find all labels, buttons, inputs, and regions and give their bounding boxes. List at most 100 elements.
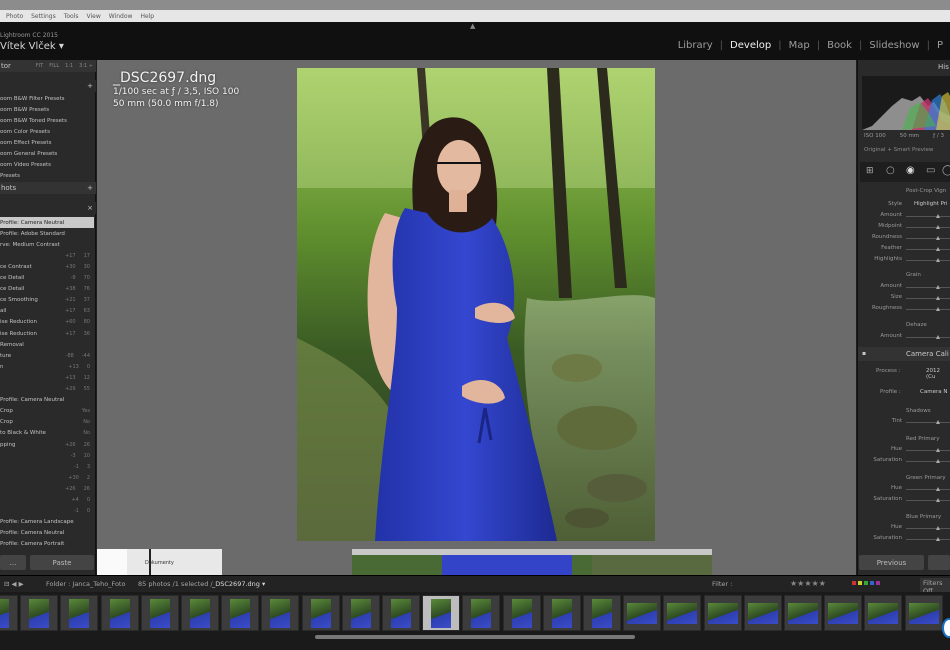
zoom-button-0[interactable]: FIT xyxy=(36,63,43,69)
menu-item-2[interactable]: Tools xyxy=(64,13,79,20)
menu-item-0[interactable]: Photo xyxy=(6,13,23,20)
preset-folder[interactable]: oom Effect Presets xyxy=(0,137,94,148)
slider-track[interactable] xyxy=(906,526,950,530)
history-step[interactable]: Crop No xyxy=(0,417,94,428)
history-step[interactable]: ce Contrast +30 30 xyxy=(0,261,94,272)
filmstrip-thumbnail[interactable] xyxy=(221,595,260,631)
presets-header[interactable]: + xyxy=(0,80,96,92)
spot-removal-icon[interactable]: ○ xyxy=(886,165,895,176)
history-step[interactable]: +26 26 xyxy=(0,483,94,494)
color-label-filter[interactable] xyxy=(852,581,880,585)
add-snapshot-icon[interactable]: + xyxy=(87,184,93,192)
history-step[interactable]: +4 0 xyxy=(0,495,94,506)
filmstrip-thumbnail[interactable] xyxy=(422,595,461,631)
filmstrip-nav-icons[interactable]: ⊟ ◀ ▶ xyxy=(4,580,24,588)
history-step[interactable]: Profile: Camera Landscape xyxy=(0,517,94,528)
filmstrip-thumbnail[interactable] xyxy=(462,595,501,631)
graduated-filter-icon[interactable]: ▭ xyxy=(926,165,935,176)
history-step[interactable]: ise Reduction +17 36 xyxy=(0,328,94,339)
history-step[interactable]: ce Detail -9 70 xyxy=(0,273,94,284)
slider-thumb[interactable] xyxy=(936,448,940,452)
filmstrip-thumbnail[interactable] xyxy=(784,595,822,631)
red-eye-icon[interactable]: ◉ xyxy=(906,165,915,176)
filmstrip-thumbnail[interactable] xyxy=(583,595,621,631)
filmstrip-thumbnail[interactable] xyxy=(382,595,420,631)
module-0[interactable]: Library xyxy=(671,40,720,51)
add-preset-icon[interactable]: + xyxy=(87,82,93,90)
navigator-header[interactable]: tor FIT FILL 1:1 3:1 ÷ xyxy=(0,60,96,72)
slider-track[interactable] xyxy=(906,258,950,262)
filmstrip-thumbnail[interactable] xyxy=(301,595,340,631)
preset-folder[interactable]: oom B&W Filter Presets xyxy=(0,93,94,104)
slider-thumb[interactable] xyxy=(936,214,940,218)
history-step[interactable]: to Black & White No xyxy=(0,428,94,439)
slider-thumb[interactable] xyxy=(936,258,940,262)
history-step[interactable]: +30 2 xyxy=(0,472,94,483)
history-header[interactable]: × xyxy=(0,202,96,214)
slider-thumb[interactable] xyxy=(936,285,940,289)
history-step[interactable]: ail +17 63 xyxy=(0,306,94,317)
filmstrip-thumbnail[interactable] xyxy=(904,595,943,631)
filmstrip-thumbnail[interactable] xyxy=(743,595,782,631)
history-step[interactable]: Profile: Camera Neutral xyxy=(0,395,94,406)
slider-thumb[interactable] xyxy=(936,225,940,229)
process-value[interactable]: 2012 (Cu xyxy=(926,368,950,380)
histogram[interactable] xyxy=(862,76,950,130)
slider-thumb[interactable] xyxy=(936,296,940,300)
history-step[interactable]: Crop Yes xyxy=(0,406,94,417)
radial-filter-icon[interactable]: ◯ xyxy=(942,165,950,176)
copy-button[interactable]: ... xyxy=(0,555,26,570)
slider-thumb[interactable] xyxy=(936,487,940,491)
filmstrip-thumbnail[interactable] xyxy=(502,595,541,631)
history-step[interactable]: ise Reduction +60 80 xyxy=(0,317,94,328)
help-bubble-icon[interactable] xyxy=(942,618,950,638)
current-filename[interactable]: _DSC2697.dng ▾ xyxy=(212,580,265,588)
history-step[interactable]: -3 10 xyxy=(0,450,94,461)
history-step[interactable]: pping +26 26 xyxy=(0,439,94,450)
paste-button[interactable]: Paste xyxy=(30,555,94,570)
menu-item-1[interactable]: Settings xyxy=(31,13,56,20)
history-step[interactable]: ce Smoothing +21 37 xyxy=(0,295,94,306)
slider-track[interactable] xyxy=(906,487,950,491)
slider-thumb[interactable] xyxy=(936,420,940,424)
slider-track[interactable] xyxy=(906,307,950,311)
preset-folder[interactable]: Presets xyxy=(0,170,94,181)
menu-item-4[interactable]: Window xyxy=(109,13,133,20)
history-step[interactable]: +29 55 xyxy=(0,384,94,395)
slider-track[interactable] xyxy=(906,420,950,424)
history-step[interactable]: n +13 0 xyxy=(0,361,94,372)
filmstrip-thumbnail[interactable] xyxy=(703,595,742,631)
module-2[interactable]: Map xyxy=(782,40,817,51)
clear-history-icon[interactable]: × xyxy=(87,204,93,212)
history-step[interactable]: Removal xyxy=(0,339,94,350)
history-step[interactable]: Profile: Camera Portrait xyxy=(0,539,94,550)
slider-track[interactable] xyxy=(906,459,950,463)
filmstrip-thumbnail[interactable] xyxy=(20,595,59,631)
slider-thumb[interactable] xyxy=(936,307,940,311)
zoom-button-3[interactable]: 3:1 ÷ xyxy=(79,63,93,69)
module-5[interactable]: P xyxy=(930,40,950,51)
slider-thumb[interactable] xyxy=(936,526,940,530)
slider-track[interactable] xyxy=(906,335,950,339)
filmstrip-thumbnail[interactable] xyxy=(140,595,179,631)
filmstrip-thumbnail[interactable] xyxy=(261,595,300,631)
module-3[interactable]: Book xyxy=(820,40,859,51)
slider-track[interactable] xyxy=(906,285,950,289)
history-step[interactable]: ture -88 -44 xyxy=(0,350,94,361)
top-panel-toggle-icon[interactable]: ▲ xyxy=(470,22,475,30)
slider-thumb[interactable] xyxy=(936,236,940,240)
preset-folder[interactable]: oom B&W Toned Presets xyxy=(0,115,94,126)
history-step[interactable]: -1 3 xyxy=(0,461,94,472)
crop-tool-icon[interactable]: ⊞ xyxy=(866,166,874,176)
filmstrip-thumbnail[interactable] xyxy=(100,595,139,631)
zoom-button-2[interactable]: 1:1 xyxy=(65,63,73,69)
slider-track[interactable] xyxy=(906,214,950,218)
filmstrip-thumbnail[interactable] xyxy=(864,595,903,631)
slider-track[interactable] xyxy=(906,448,950,452)
history-step[interactable]: Profile: Camera Neutral xyxy=(0,528,94,539)
preset-folder[interactable]: oom General Presets xyxy=(0,148,94,159)
filmstrip-scrollbar[interactable] xyxy=(315,635,635,639)
filmstrip-thumbnail[interactable] xyxy=(824,595,863,631)
module-1[interactable]: Develop xyxy=(723,40,778,51)
history-step[interactable]: Profile: Camera Neutral xyxy=(0,217,94,228)
